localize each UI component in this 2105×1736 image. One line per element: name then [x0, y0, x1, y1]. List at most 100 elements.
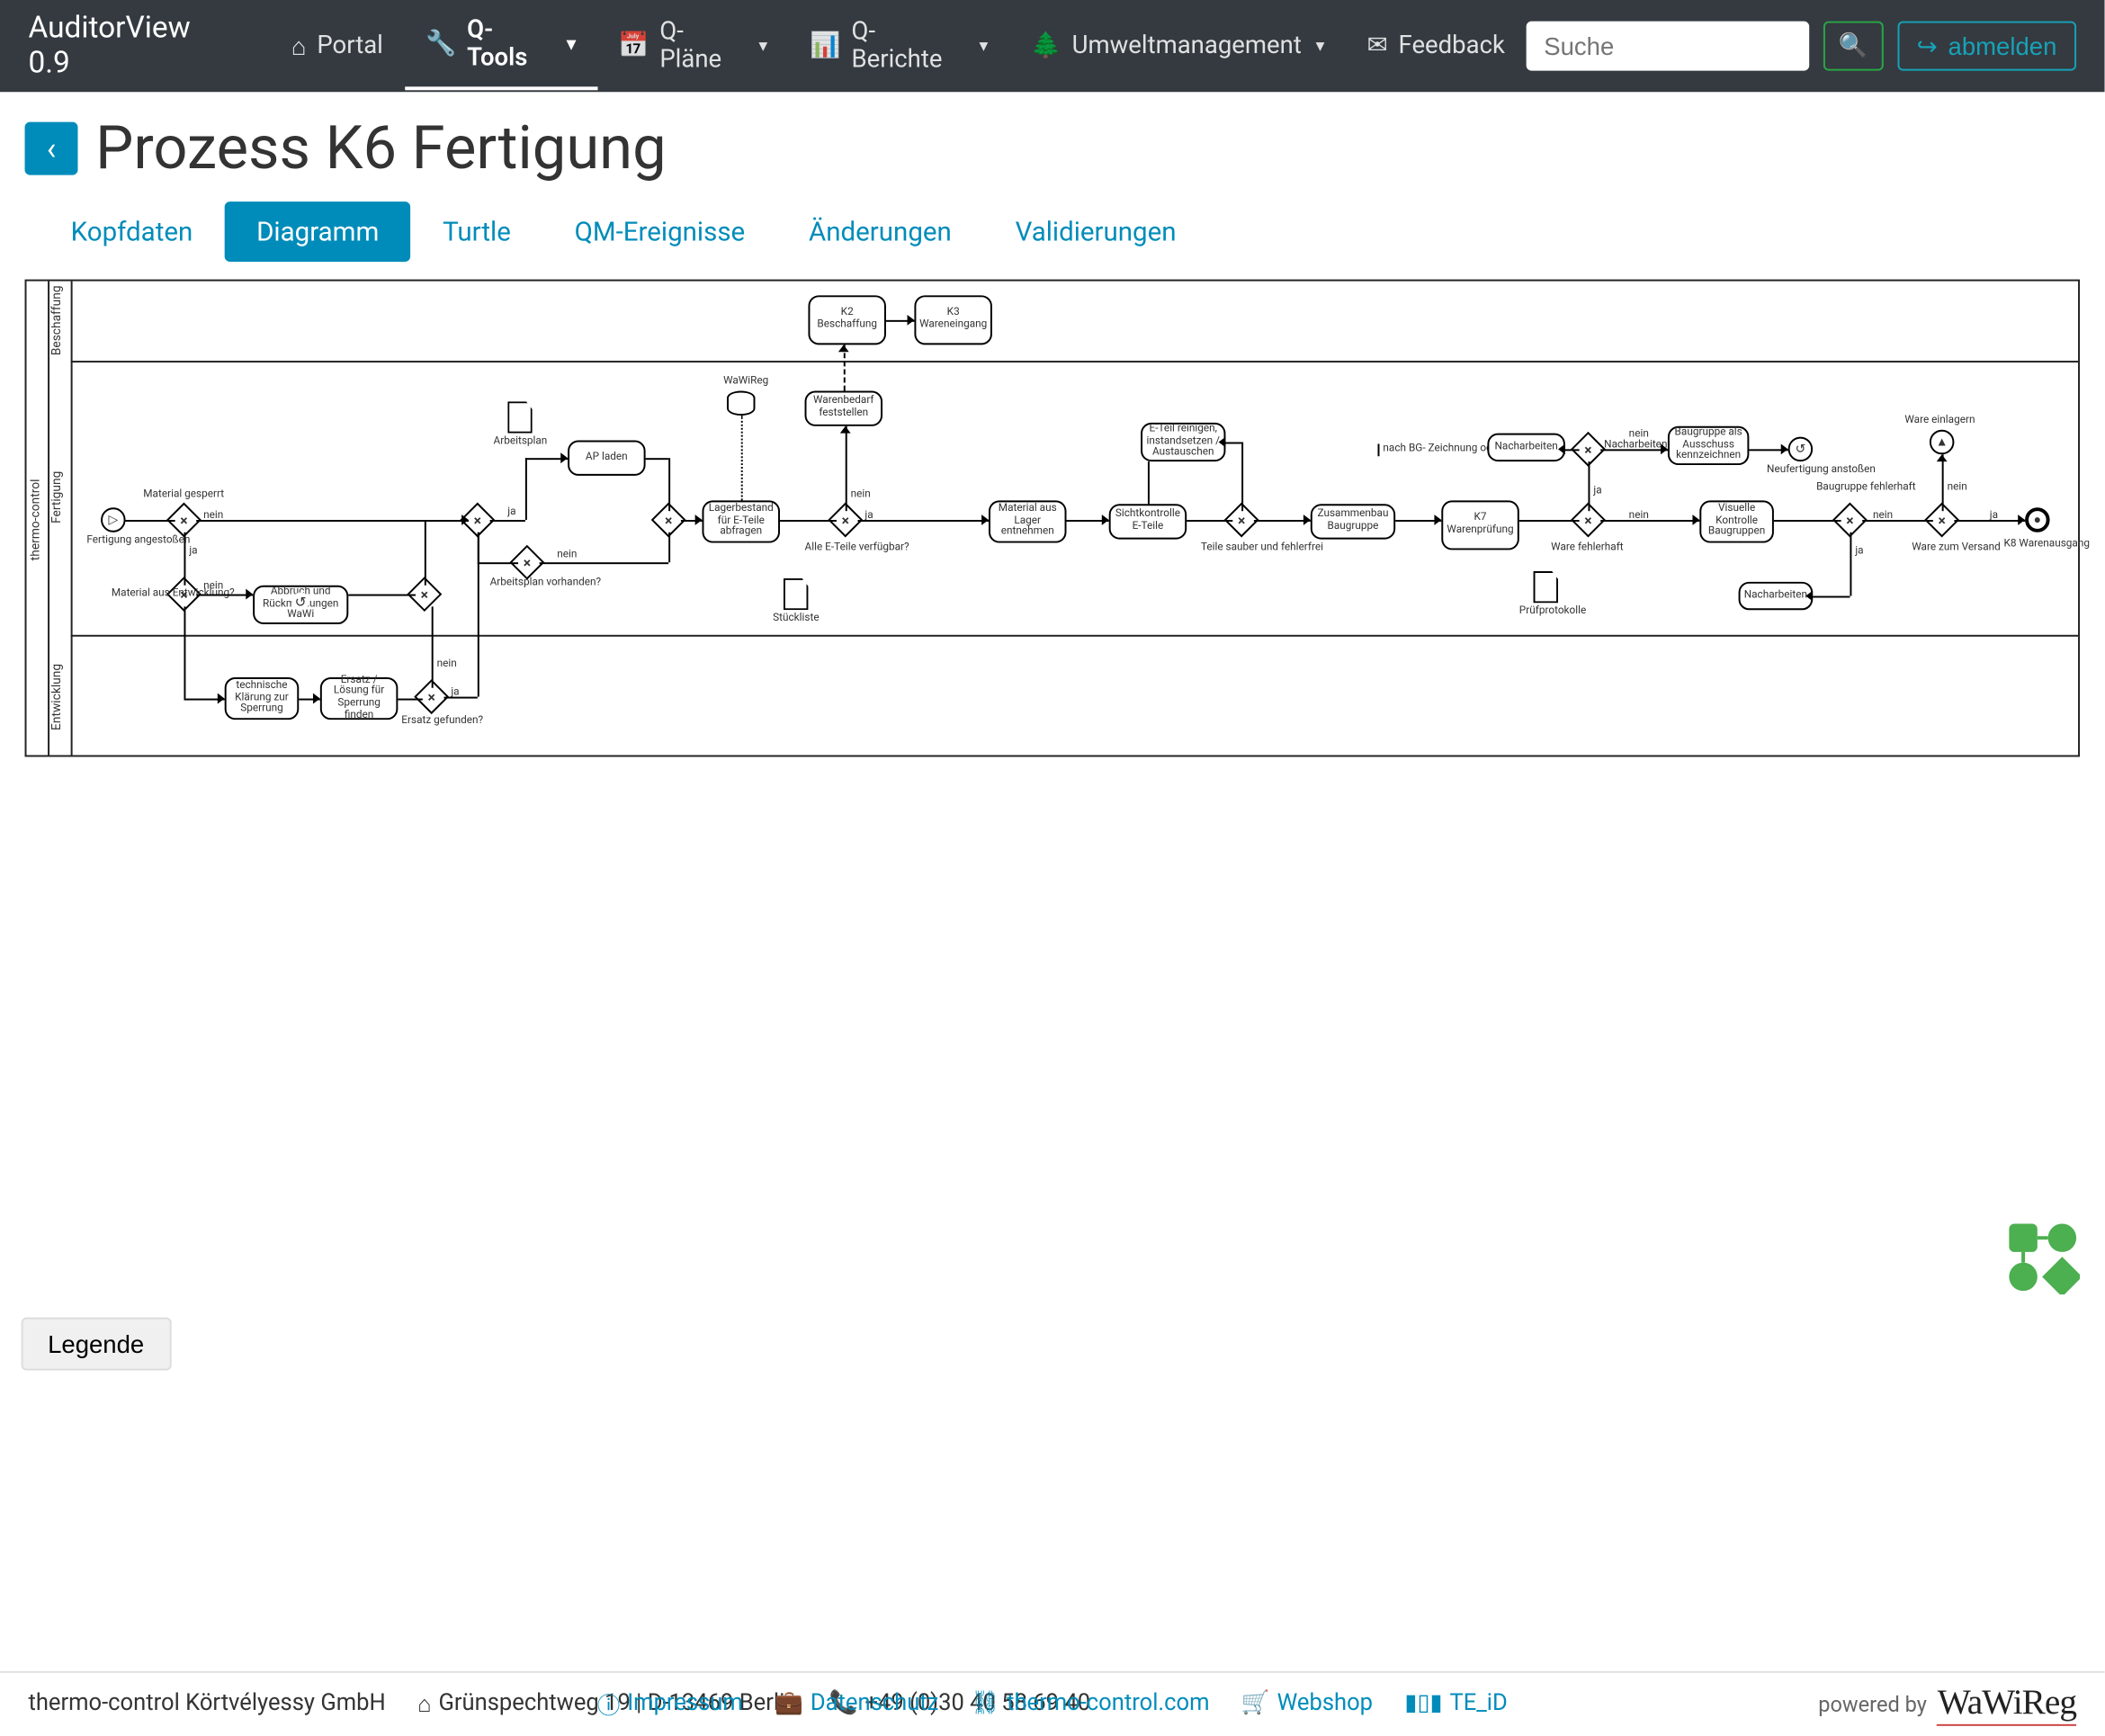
- legend-button[interactable]: Legende: [22, 1318, 171, 1371]
- task-zusammenbau[interactable]: Zusammenbau Baugruppe: [1311, 504, 1395, 539]
- nav-qtools[interactable]: 🔧 Q-Tools ▾: [404, 2, 596, 90]
- search-button[interactable]: 🔍: [1823, 22, 1883, 71]
- tab-validierungen[interactable]: Validierungen: [983, 201, 1208, 262]
- nav-portal-label: Portal: [317, 31, 383, 59]
- nav-umwelt-label: Umweltmanagement: [1072, 31, 1302, 59]
- caret-icon: ▾: [567, 34, 576, 54]
- nav-qplaene[interactable]: 📅 Q-Pläne ▾: [597, 4, 789, 88]
- search-input[interactable]: [1527, 22, 1810, 71]
- footer: thermo-control Körtvélyessy GmbH ⌂ Grüns…: [0, 1671, 2105, 1735]
- nav-portal[interactable]: ⌂ Portal: [270, 17, 404, 76]
- tab-bar: Kopfdaten Diagramm Turtle QM-Ereignisse …: [0, 191, 2105, 279]
- gateway-bg-label: Baugruppe fehlerhaft: [1816, 483, 1887, 495]
- end-event[interactable]: ●: [2025, 507, 2050, 532]
- gateway-sauber-label: Teile sauber und fehlerfrei: [1201, 543, 1285, 555]
- caret-icon: ▾: [1316, 36, 1325, 56]
- event-neufertigung[interactable]: ↺: [1788, 437, 1814, 462]
- powered-label: powered by: [1818, 1691, 1927, 1716]
- task-nacharbeiten[interactable]: Nacharbeiten: [1487, 434, 1565, 461]
- data-arbeitsplan-label: Arbeitsplan: [494, 437, 548, 449]
- task-ausschuss[interactable]: Baugruppe als Ausschuss kennzeichnen: [1668, 426, 1749, 465]
- briefcase-icon: 💼: [775, 1690, 803, 1716]
- gateway-gesperrt-label: Material gesperrt: [143, 490, 224, 502]
- task-material-lager[interactable]: Material aus Lager entnehmen: [989, 500, 1067, 542]
- data-stueckliste[interactable]: [784, 578, 809, 610]
- event-einlagern[interactable]: ▲: [1930, 430, 1955, 455]
- versand-label: Ware zum Versand: [1912, 543, 1972, 555]
- link-datenschutz[interactable]: 💼Datenschutz: [775, 1687, 938, 1721]
- pool-label: thermo-control: [28, 282, 59, 759]
- task-visuelle[interactable]: Visuelle Kontrolle Baugruppen: [1699, 500, 1774, 542]
- data-arbeitsplan[interactable]: [507, 401, 533, 433]
- tab-qm[interactable]: QM-Ereignisse: [542, 201, 776, 262]
- task-tech-klaerung[interactable]: technische Klärung zur Sperrung: [225, 677, 300, 720]
- info-icon: ⓘ: [597, 1687, 621, 1721]
- datastore-label: WaWiReg: [723, 377, 768, 389]
- home-icon: ⌂: [291, 31, 307, 60]
- gateway-eteile-label: Alle E-Teile verfügbar?: [805, 543, 883, 555]
- nav-qberichte-label: Q-Berichte: [852, 18, 965, 75]
- cart-icon: 🛒: [1241, 1690, 1270, 1716]
- tab-kopfdaten[interactable]: Kopfdaten: [39, 201, 224, 262]
- nav-qtools-label: Q-Tools: [467, 16, 552, 73]
- gateway-fehlerhaft-label: Ware fehlerhaft: [1551, 543, 1623, 555]
- link-impressum[interactable]: ⓘImpressum: [597, 1687, 743, 1721]
- event-neufertigung-label: Neufertigung anstoßen: [1767, 465, 1838, 477]
- link-teid[interactable]: ▮▯▮TE_iD: [1404, 1687, 1507, 1721]
- event-einlagern-label: Ware einlagern: [1904, 416, 1975, 427]
- subprocess-k2[interactable]: K2 Beschaffung: [808, 295, 886, 345]
- start-label: Fertigung angestoßen: [86, 536, 143, 548]
- data-pruefprotokolle[interactable]: [1534, 571, 1559, 603]
- calendar-icon: 📅: [618, 31, 649, 59]
- lane-divider: [71, 635, 2078, 637]
- page-header: ‹ Prozess K6 Fertigung: [0, 92, 2105, 191]
- brand[interactable]: AuditorView 0.9: [28, 11, 237, 82]
- task-ersatz[interactable]: Ersatz / Lösung für Sperrung finden: [320, 677, 399, 720]
- gateway-ersatz-label: Ersatz gefunden?: [401, 716, 461, 728]
- subprocess-k3[interactable]: K3 Wareneingang: [914, 295, 992, 345]
- lane-divider: [71, 361, 2078, 362]
- task-nacharbeiten2[interactable]: Nacharbeiten: [1739, 582, 1814, 610]
- annotation-nachbg: nach BG- Zeichnung oder Arbeitsplan: [1378, 443, 1453, 455]
- bpmn-fab-icon[interactable]: [2005, 1221, 2080, 1295]
- tree-icon: 🌲: [1031, 31, 1061, 59]
- caret-icon: ▾: [758, 36, 767, 56]
- compensation-icon: ↺: [291, 593, 309, 611]
- gateway-ap-label: Arbeitsplan vorhanden?: [490, 578, 565, 590]
- link-webshop[interactable]: 🛒Webshop: [1241, 1687, 1373, 1721]
- sitemap-icon: ⛓: [971, 1690, 999, 1716]
- nav-qplaene-label: Q-Pläne: [659, 18, 744, 75]
- gateway-matentw-label: Material aus Entwicklung?: [112, 589, 168, 601]
- logout-label: abmelden: [1948, 31, 2057, 59]
- barcode-icon: ▮▯▮: [1404, 1690, 1442, 1716]
- datastore-wawireg[interactable]: [727, 390, 755, 416]
- link-domain[interactable]: ⛓thermo-control.com: [971, 1687, 1210, 1721]
- tab-aenderungen[interactable]: Änderungen: [777, 201, 984, 262]
- envelope-icon: ✉: [1367, 31, 1388, 59]
- task-sichtkontrolle[interactable]: Sichtkontrolle E-Teile: [1109, 504, 1187, 539]
- nav-feedback-label: Feedback: [1399, 31, 1505, 59]
- nav-feedback[interactable]: ✉ Feedback: [1346, 18, 1527, 75]
- nav-qberichte[interactable]: 📊 Q-Berichte ▾: [789, 4, 1009, 88]
- task-lagerbestand[interactable]: Lagerbestand für E-Teile abfragen: [703, 500, 781, 542]
- start-event[interactable]: ▷: [101, 507, 126, 532]
- nav-umwelt[interactable]: 🌲 Umweltmanagement ▾: [1009, 18, 1346, 75]
- back-button[interactable]: ‹: [25, 122, 78, 175]
- logout-button[interactable]: ↪ abmelden: [1897, 22, 2076, 71]
- signout-icon: ↪: [1917, 31, 1938, 60]
- end-label: K8 Warenausgang: [2003, 540, 2074, 551]
- tab-turtle[interactable]: Turtle: [411, 201, 542, 262]
- data-stueckliste-label: Stückliste: [773, 613, 819, 625]
- navbar: AuditorView 0.9 ⌂ Portal 🔧 Q-Tools ▾ 📅 Q…: [0, 0, 2105, 92]
- powered-brand[interactable]: WaWiReg: [1938, 1683, 2076, 1725]
- bpmn-diagram[interactable]: Beschaffung Fertigung Entwicklung thermo…: [25, 280, 2080, 757]
- chevron-left-icon: ‹: [47, 130, 57, 167]
- chart-icon: 📊: [810, 31, 840, 59]
- task-reinigen[interactable]: E-Teil reinigen, instandsetzen / Austaus…: [1141, 423, 1225, 461]
- task-ap-laden[interactable]: AP laden: [568, 441, 646, 476]
- task-warenbedarf[interactable]: Warenbedarf feststellen: [805, 390, 883, 425]
- data-pruef-label: Prüfprotokolle: [1519, 606, 1586, 618]
- subprocess-k7[interactable]: K7 Warenprüfung: [1441, 500, 1519, 550]
- tab-diagramm[interactable]: Diagramm: [225, 201, 411, 262]
- search-icon: 🔍: [1839, 31, 1868, 59]
